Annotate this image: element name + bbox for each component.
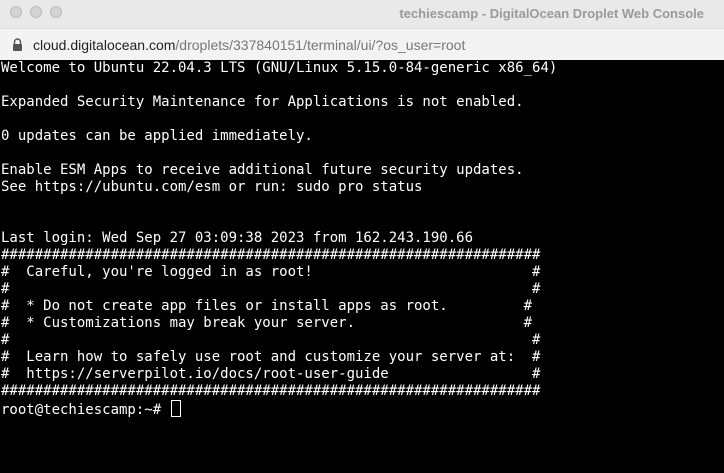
terminal-line: # # bbox=[1, 332, 541, 348]
url-path: /droplets/337840151/terminal/ui/?os_user… bbox=[175, 36, 466, 53]
terminal-line: Expanded Security Maintenance for Applic… bbox=[1, 94, 524, 110]
terminal-line: ########################################… bbox=[1, 383, 541, 399]
window-titlebar: techiescamp - DigitalOcean Droplet Web C… bbox=[0, 0, 724, 28]
minimize-window-button[interactable] bbox=[30, 6, 42, 18]
address-bar[interactable]: cloud.digitalocean.com/droplets/33784015… bbox=[0, 28, 724, 60]
terminal-output: Welcome to Ubuntu 22.04.3 LTS (GNU/Linux… bbox=[0, 60, 724, 419]
terminal-line: # * Customizations may break your server… bbox=[1, 315, 533, 331]
window-controls bbox=[10, 6, 62, 18]
terminal-line: 0 updates can be applied immediately. bbox=[1, 128, 313, 144]
terminal-line: Last login: Wed Sep 27 03:09:38 2023 fro… bbox=[1, 230, 474, 246]
close-window-button[interactable] bbox=[10, 6, 22, 18]
url-text[interactable]: cloud.digitalocean.com/droplets/33784015… bbox=[33, 37, 465, 53]
lock-icon bbox=[12, 38, 23, 51]
text-cursor bbox=[170, 400, 181, 417]
url-host: cloud.digitalocean.com bbox=[33, 36, 176, 53]
window-title: techiescamp - DigitalOcean Droplet Web C… bbox=[399, 6, 704, 21]
terminal-line: # https://serverpilot.io/docs/root-user-… bbox=[1, 366, 541, 382]
terminal-line: ########################################… bbox=[1, 247, 541, 263]
terminal-console[interactable]: Welcome to Ubuntu 22.04.3 LTS (GNU/Linux… bbox=[0, 60, 724, 473]
terminal-line: See https://ubuntu.com/esm or run: sudo … bbox=[1, 179, 423, 195]
terminal-line: # Careful, you're logged in as root! # bbox=[1, 264, 541, 280]
terminal-line: # Learn how to safely use root and custo… bbox=[1, 349, 541, 365]
terminal-line: # * Do not create app files or install a… bbox=[1, 298, 533, 314]
terminal-line: # # bbox=[1, 281, 541, 297]
zoom-window-button[interactable] bbox=[50, 6, 62, 18]
terminal-line: Enable ESM Apps to receive additional fu… bbox=[1, 162, 524, 178]
terminal-prompt-line[interactable]: root@techiescamp:~# bbox=[1, 400, 724, 419]
shell-prompt: root@techiescamp:~# bbox=[1, 402, 170, 418]
terminal-line: Welcome to Ubuntu 22.04.3 LTS (GNU/Linux… bbox=[1, 60, 558, 76]
